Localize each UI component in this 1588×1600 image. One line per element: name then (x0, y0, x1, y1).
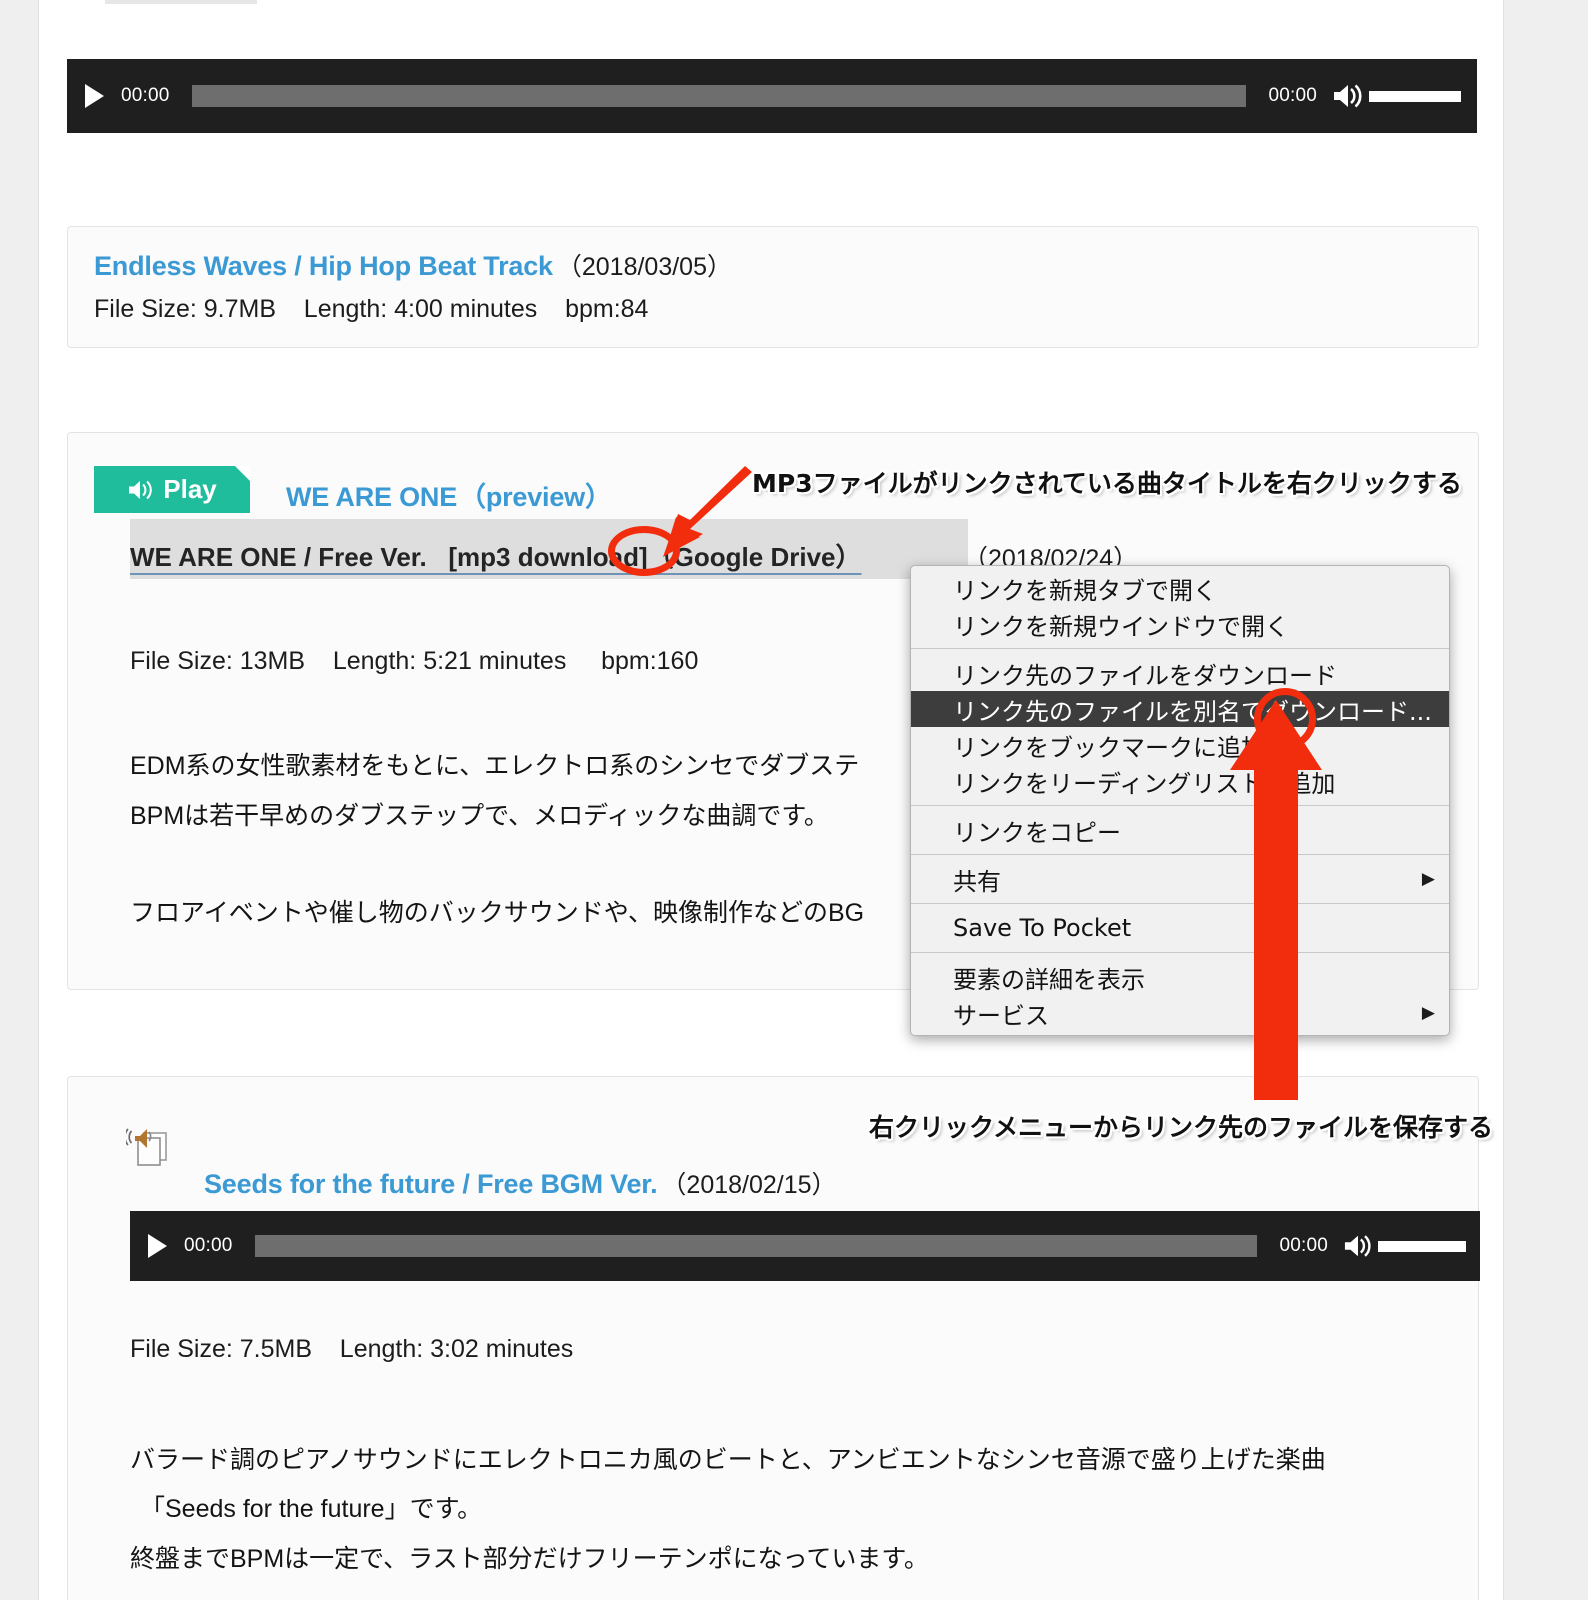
seek-bar[interactable] (191, 85, 1247, 107)
song-meta: File Size: 13MB Length: 5:21 minutes bpm… (130, 647, 699, 675)
submenu-arrow-icon: ▶ (1421, 869, 1435, 889)
context-menu-item[interactable]: リンク先のファイルをダウンロード (911, 655, 1449, 691)
highlight-ring-link (608, 526, 680, 576)
context-menu-item-label: 共有 (953, 867, 1001, 896)
context-menu-item-label: サービス (953, 1001, 1049, 1030)
song-description-line-3: フロアイベントや催し物のバックサウンドや、映像制作などのBG (130, 899, 865, 927)
context-menu-separator (911, 903, 1449, 904)
current-time-label: 00:00 (121, 85, 170, 106)
context-menu-item[interactable]: リンクをリーディングリストに追加 (911, 763, 1449, 799)
context-menu-item[interactable]: 共有 ▶ (911, 861, 1449, 897)
context-menu-item-label: リンクを新規タブで開く (953, 576, 1217, 605)
context-menu-separator (911, 648, 1449, 649)
play-triangle-icon (147, 1234, 167, 1258)
volume-speaker-icon[interactable] (1331, 81, 1365, 111)
song-card-endless-waves: Endless Waves / Hip Hop Beat Track （2018… (67, 226, 1479, 348)
play-triangle-icon (84, 84, 104, 108)
context-menu-item-label: リンクをブックマークに追加... (953, 733, 1288, 762)
context-menu-item[interactable]: サービス ▶ (911, 995, 1449, 1031)
duration-label: 00:00 (1268, 85, 1317, 106)
context-menu-item-label: リンクをリーディングリストに追加 (953, 769, 1336, 798)
song-card-seeds-for-the-future: Seeds for the future / Free BGM Ver. （20… (67, 1076, 1480, 1600)
current-time-label: 00:00 (184, 1235, 233, 1256)
page-content-column: 00:00 00:00 Endless Waves / Hip Hop Beat… (38, 0, 1504, 1600)
speaker-icon (127, 478, 157, 502)
song-title-link[interactable]: WE ARE ONE (286, 482, 457, 513)
context-menu[interactable]: リンクを新規タブで開くリンクを新規ウインドウで開くリンク先のファイルをダウンロー… (910, 565, 1450, 1036)
volume-speaker-icon[interactable] (1342, 1232, 1374, 1260)
context-menu-item-label: Save To Pocket (953, 914, 1132, 942)
song-description-line-1: EDM系の女性歌素材をもとに、エレクトロ系のシンセでダブステ (130, 752, 860, 780)
audio-player-bottom[interactable]: 00:00 00:00 (130, 1211, 1480, 1281)
audio-player-top[interactable]: 00:00 00:00 (67, 59, 1477, 133)
submenu-arrow-icon: ▶ (1421, 1003, 1435, 1023)
context-menu-item[interactable]: リンクをコピー (911, 812, 1449, 848)
top-edge-strip (105, 0, 257, 4)
volume-slider[interactable] (1369, 90, 1461, 102)
context-menu-item-label: リンクを新規ウインドウで開く (953, 612, 1289, 641)
context-menu-item[interactable]: Save To Pocket (911, 910, 1449, 946)
context-menu-item-label: 要素の詳細を表示 (953, 965, 1145, 994)
annotation-bottom-text: 右クリックメニューからリンク先のファイルを保存する (869, 1113, 1494, 1142)
play-badge-label: Play (163, 474, 217, 504)
context-menu-item-label: リンクをコピー (953, 818, 1121, 847)
audio-file-icon (124, 1119, 170, 1166)
duration-label: 00:00 (1279, 1235, 1328, 1256)
song-title-link[interactable]: Endless Waves / Hip Hop Beat Track (94, 251, 553, 282)
song-description-line-3: 終盤までBPMは一定で、ラスト部分だけフリーテンポになっています。 (130, 1545, 929, 1573)
play-preview-badge[interactable]: Play (94, 466, 250, 513)
seek-bar[interactable] (254, 1235, 1258, 1257)
song-description-line-2: BPMは若干早めのダブステップで、メロディックな曲調です。 (130, 802, 829, 830)
song-description-line-2: 「Seeds for the future」です。 (140, 1495, 483, 1523)
play-button[interactable] (130, 1234, 184, 1258)
song-meta: File Size: 9.7MB Length: 4:00 minutes bp… (94, 295, 649, 323)
song-preview-label: （preview） (459, 482, 612, 512)
context-menu-item[interactable]: リンクをブックマークに追加... (911, 727, 1449, 763)
mp3-download-link[interactable]: WE ARE ONE / Free Ver. [mp3 download]（Go… (130, 537, 862, 574)
page-root: 00:00 00:00 Endless Waves / Hip Hop Beat… (0, 0, 1588, 1600)
context-menu-item-label: リンク先のファイルを別名でダウンロード... (953, 697, 1432, 726)
context-menu-separator (911, 854, 1449, 855)
context-menu-separator (911, 805, 1449, 806)
context-menu-item[interactable]: 要素の詳細を表示 (911, 959, 1449, 995)
song-date: （2018/02/15） (661, 1171, 837, 1199)
context-menu-item[interactable]: リンクを新規タブで開く (911, 570, 1449, 606)
context-menu-item-label: リンク先のファイルをダウンロード (953, 661, 1337, 690)
play-button[interactable] (67, 84, 121, 108)
volume-slider[interactable] (1378, 1240, 1466, 1252)
song-meta: File Size: 7.5MB Length: 3:02 minutes (130, 1335, 574, 1363)
highlight-ring-menu-item (1254, 688, 1316, 750)
annotation-top-text: MP3ファイルがリンクされている曲タイトルを右クリックする (752, 469, 1462, 498)
song-title-link[interactable]: Seeds for the future / Free BGM Ver. (204, 1169, 658, 1200)
context-menu-item[interactable]: リンクを新規ウインドウで開く (911, 606, 1449, 642)
context-menu-item[interactable]: リンク先のファイルを別名でダウンロード... (911, 691, 1449, 727)
context-menu-separator (911, 952, 1449, 953)
song-date: （2018/03/05） (556, 253, 732, 281)
song-description-line-1: バラード調のピアノサウンドにエレクトロニカ風のビートと、アンビエントなシンセ音源… (130, 1446, 1326, 1474)
